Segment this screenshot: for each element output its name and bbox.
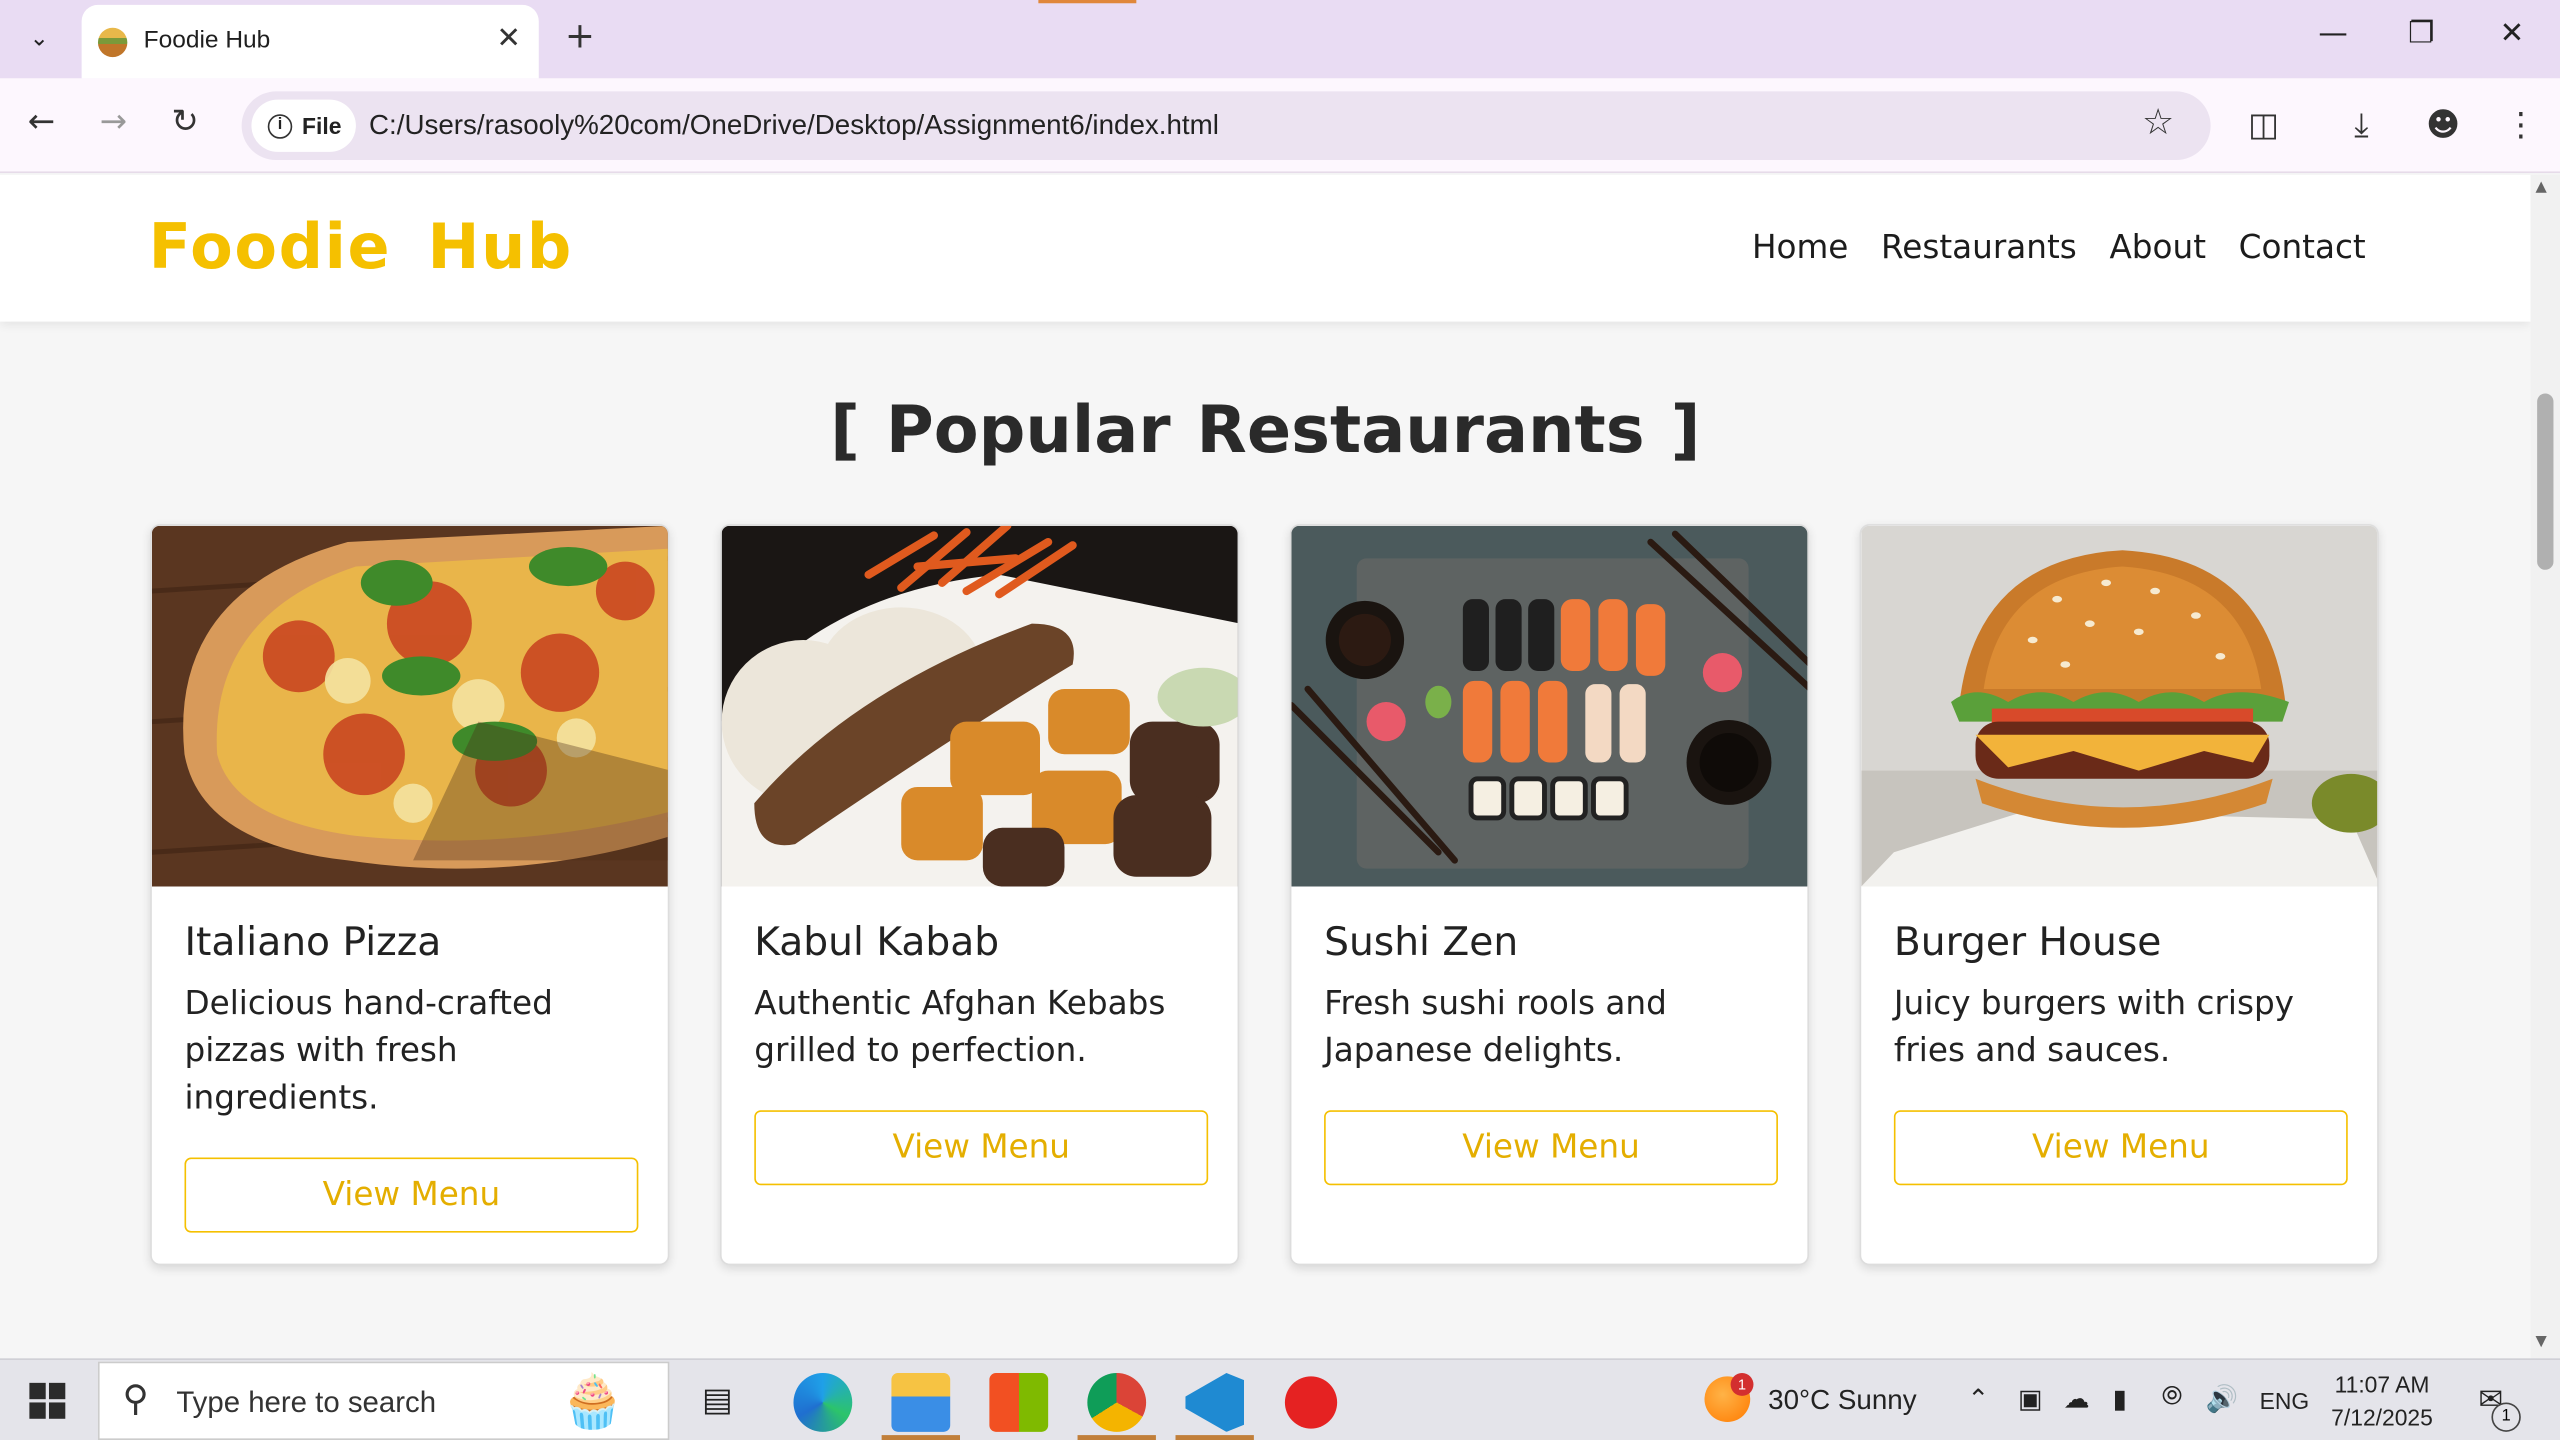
card-title: Kabul Kabab (754, 919, 1000, 965)
tab-title: Foodie Hub (143, 26, 271, 54)
browser-tab-strip: ⌄ Foodie Hub ✕ + — ❐ ✕ (0, 0, 2560, 79)
back-arrow-icon[interactable]: ← (28, 101, 55, 140)
taskbar-search-box[interactable]: ⚲ Type here to search 🧁 (97, 1361, 670, 1440)
microsoft-store-icon[interactable] (989, 1373, 1049, 1432)
card-description: Authentic Afghan Kebabs grilled to perfe… (754, 982, 1166, 1070)
volume-icon[interactable]: 🔊 (2206, 1383, 2239, 1416)
more-menu-icon[interactable]: ⋮ (2504, 104, 2537, 143)
edge-browser-icon[interactable] (793, 1373, 853, 1432)
sushi-image (1291, 525, 1808, 887)
cupcake-search-highlight-icon: 🧁 (560, 1369, 626, 1432)
close-tab-icon[interactable]: ✕ (496, 21, 521, 55)
web-page: Foodie Hub Home Restaurants About Contac… (0, 174, 2531, 1359)
address-bar[interactable]: i File C:/Users/rasooly%20com/OneDrive/D… (241, 91, 2211, 160)
tab-search-chevron-icon[interactable]: ⌄ (13, 13, 65, 65)
extensions-icon[interactable]: ◫ (2248, 104, 2279, 143)
clock-date: 7/12/2025 (2331, 1404, 2433, 1431)
card-title: Sushi Zen (1324, 919, 1519, 965)
new-tab-icon[interactable]: + (565, 16, 595, 57)
bookmark-star-icon[interactable]: ☆ (2142, 103, 2174, 144)
card-body: Sushi Zen Fresh sushi rools and Japanese… (1324, 914, 1778, 1186)
card-title: Italiano Pizza (184, 919, 442, 965)
nav-restaurants[interactable]: Restaurants (1881, 227, 2077, 266)
scroll-down-arrow-icon[interactable]: ▼ (2536, 1334, 2547, 1350)
pizza-image (151, 525, 668, 887)
view-menu-button[interactable]: View Menu (1893, 1110, 2348, 1186)
download-icon[interactable]: ⤓ (2354, 104, 2368, 143)
screen: ⌄ Foodie Hub ✕ + — ❐ ✕ ← → ↻ i File C:/U… (0, 0, 2560, 1440)
nav-about[interactable]: About (2109, 227, 2206, 266)
chevron-up-icon[interactable]: ⌃ (1967, 1383, 1989, 1416)
card-body: Kabul Kabab Authentic Afghan Kebabs gril… (754, 914, 1209, 1186)
restaurant-card: Burger House Juicy burgers with crispy f… (1859, 524, 2379, 1266)
kebab-image (721, 525, 1238, 887)
restaurant-card: Kabul Kabab Authentic Afghan Kebabs gril… (720, 524, 1240, 1266)
app-running-indicator (1077, 1435, 1156, 1440)
notification-count-badge: 1 (2491, 1402, 2521, 1432)
app-running-indicator (1175, 1435, 1254, 1440)
restaurant-card: Italiano Pizza Delicious hand-crafted pi… (150, 524, 670, 1266)
main-nav: Home Restaurants About Contact (1752, 227, 2366, 266)
nav-home[interactable]: Home (1752, 227, 1848, 266)
site-info-label: File (302, 112, 342, 139)
onedrive-cloud-icon[interactable]: ☁ (2064, 1383, 2090, 1416)
task-view-icon[interactable]: ▤ (702, 1380, 733, 1421)
site-header: Foodie Hub Home Restaurants About Contac… (0, 174, 2531, 322)
profile-icon[interactable]: ☻ (2426, 104, 2460, 143)
battery-icon[interactable]: ▮ (2113, 1383, 2127, 1416)
card-body: Italiano Pizza Delicious hand-crafted pi… (184, 914, 639, 1233)
site-logo[interactable]: Foodie Hub (149, 211, 573, 283)
page-scrollbar[interactable]: ▲ ▼ (2530, 174, 2560, 1359)
burger-favicon-icon (97, 27, 128, 58)
nav-contact[interactable]: Contact (2239, 227, 2366, 266)
card-body: Burger House Juicy burgers with crispy f… (1893, 914, 2348, 1186)
view-menu-button[interactable]: View Menu (754, 1110, 1209, 1186)
browser-toolbar: ← → ↻ i File C:/Users/rasooly%20com/OneD… (0, 78, 2560, 174)
burger-image (1861, 525, 2378, 887)
minimize-icon[interactable]: — (2318, 16, 2347, 50)
view-menu-button[interactable]: View Menu (184, 1157, 639, 1233)
reload-icon[interactable]: ↻ (171, 101, 198, 140)
search-icon: ⚲ (122, 1379, 149, 1421)
info-icon: i (267, 113, 293, 138)
meet-now-icon[interactable]: ▣ (2018, 1383, 2043, 1416)
section-title: [ Popular Restaurants ] (830, 393, 1701, 469)
app-running-indicator (881, 1435, 960, 1440)
file-explorer-icon[interactable] (891, 1373, 951, 1432)
language-indicator[interactable]: ENG (2260, 1388, 2310, 1414)
site-info-chip[interactable]: i File (251, 99, 356, 152)
tab-activity-line (1038, 0, 1137, 4)
taskbar-clock[interactable]: 11:07 AM 7/12/2025 (2325, 1368, 2439, 1433)
windows-start-icon[interactable] (29, 1382, 66, 1419)
record-app-icon[interactable] (1284, 1376, 1338, 1429)
clock-time: 11:07 AM (2334, 1371, 2430, 1398)
card-description: Fresh sushi rools and Japanese delights. (1324, 982, 1667, 1070)
scrollbar-thumb[interactable] (2537, 393, 2554, 570)
browser-tab[interactable]: Foodie Hub ✕ (81, 4, 539, 79)
restaurant-card: Sushi Zen Fresh sushi rools and Japanese… (1289, 524, 1809, 1266)
card-title: Burger House (1893, 919, 2162, 965)
search-placeholder: Type here to search (176, 1386, 437, 1419)
restore-icon[interactable]: ❐ (2408, 16, 2434, 50)
view-menu-button[interactable]: View Menu (1324, 1110, 1778, 1186)
weather-badge: 1 (1730, 1373, 1754, 1396)
close-window-icon[interactable]: ✕ (2500, 16, 2525, 50)
wifi-icon[interactable]: ⦾ (2162, 1383, 2183, 1412)
windows-taskbar: ⚲ Type here to search 🧁 ▤ 1 30°C Sunny ⌃… (0, 1358, 2560, 1440)
chrome-browser-icon[interactable] (1087, 1373, 1147, 1432)
scroll-up-arrow-icon[interactable]: ▲ (2536, 180, 2547, 196)
weather-text[interactable]: 30°C Sunny (1768, 1384, 1916, 1417)
vscode-icon[interactable] (1185, 1373, 1245, 1432)
card-description: Delicious hand-crafted pizzas with fresh… (184, 982, 553, 1117)
forward-arrow-icon[interactable]: → (100, 101, 127, 140)
url-text[interactable]: C:/Users/rasooly%20com/OneDrive/Desktop/… (369, 109, 1219, 142)
card-description: Juicy burgers with crispy fries and sauc… (1893, 982, 2295, 1070)
